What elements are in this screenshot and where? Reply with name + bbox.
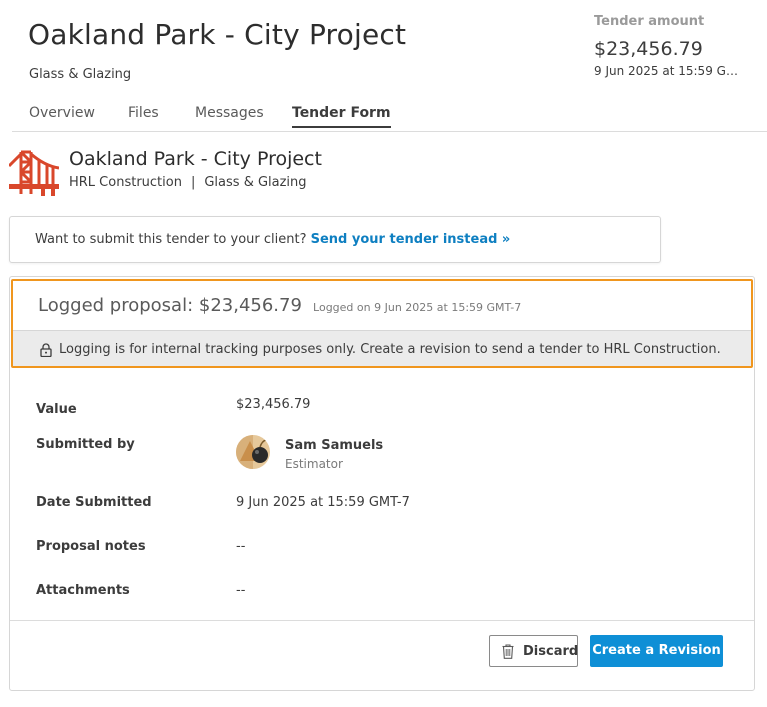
tender-amount-label: Tender amount	[594, 14, 705, 29]
page-title: Oakland Park - City Project	[28, 18, 407, 51]
tab-bar: Overview Files Messages Tender Form	[12, 97, 767, 132]
notice-text-wrap: Want to submit this tender to your clien…	[35, 232, 510, 247]
value-amount: $23,456.79	[236, 397, 311, 412]
send-tender-link[interactable]: Send your tender instead »	[311, 232, 511, 247]
trash-icon	[502, 644, 514, 659]
attachments-label: Attachments	[36, 583, 130, 598]
tender-summary: Tender amount $23,456.79 9 Jun 2025 at 1…	[594, 14, 754, 78]
project-info: Oakland Park - City Project HRL Construc…	[9, 146, 749, 198]
page-header: Oakland Park - City Project Glass & Glaz…	[0, 0, 767, 132]
date-submitted-label: Date Submitted	[36, 495, 152, 510]
project-name: Oakland Park - City Project	[69, 148, 322, 170]
notice-text: Want to submit this tender to your clien…	[35, 232, 307, 247]
tab-overview[interactable]: Overview	[29, 105, 95, 127]
logged-proposal-heading: Logged proposal: $23,456.79 Logged on 9 …	[38, 295, 521, 316]
meta-separator: |	[190, 175, 196, 190]
submitted-by-label: Submitted by	[36, 437, 135, 452]
tab-tender-form[interactable]: Tender Form	[292, 105, 391, 128]
logging-info-text: Logging is for internal tracking purpose…	[59, 342, 721, 357]
card-footer-divider	[10, 620, 754, 621]
lock-icon	[40, 343, 52, 357]
project-meta: HRL Construction | Glass & Glazing	[69, 175, 307, 190]
discard-button[interactable]: Discard	[489, 635, 578, 667]
tab-files[interactable]: Files	[128, 105, 159, 127]
create-revision-button[interactable]: Create a Revision	[590, 635, 723, 667]
project-trade: Glass & Glazing	[204, 175, 307, 190]
tender-amount: $23,456.79	[594, 38, 703, 60]
submitter-role: Estimator	[285, 457, 343, 471]
create-revision-button-label: Create a Revision	[592, 643, 721, 658]
tender-date: 9 Jun 2025 at 15:59 GMT-7	[594, 64, 744, 78]
submitter-name: Sam Samuels	[285, 438, 384, 453]
value-label: Value	[36, 402, 77, 417]
tab-messages[interactable]: Messages	[195, 105, 264, 127]
proposal-notes-value: --	[236, 539, 246, 554]
avatar	[236, 435, 270, 469]
project-company: HRL Construction	[69, 175, 182, 190]
attachments-value: --	[236, 583, 246, 598]
logged-proposal-box: Logged proposal: $23,456.79 Logged on 9 …	[11, 279, 753, 368]
bridge-logo-icon	[9, 146, 59, 196]
discard-button-label: Discard	[523, 644, 579, 659]
logged-proposal-title: Logged proposal: $23,456.79	[38, 295, 302, 316]
proposal-card: Logged proposal: $23,456.79 Logged on 9 …	[9, 276, 755, 691]
proposal-notes-label: Proposal notes	[36, 539, 146, 554]
page-subtitle: Glass & Glazing	[29, 67, 132, 82]
logged-proposal-date: Logged on 9 Jun 2025 at 15:59 GMT-7	[313, 301, 522, 314]
logging-info-banner: Logging is for internal tracking purpose…	[13, 330, 751, 366]
submit-tender-notice: Want to submit this tender to your clien…	[9, 216, 661, 263]
date-submitted-value: 9 Jun 2025 at 15:59 GMT-7	[236, 495, 410, 510]
